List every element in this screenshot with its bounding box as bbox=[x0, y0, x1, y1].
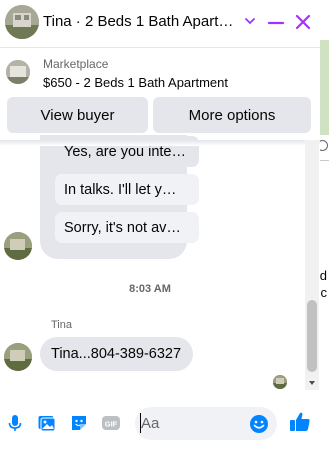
read-receipt-image bbox=[273, 375, 287, 389]
message-input-placeholder[interactable]: Aa bbox=[141, 415, 159, 432]
like-icon[interactable] bbox=[288, 410, 312, 434]
scrollbar-thumb[interactable] bbox=[307, 300, 317, 372]
background-text: c bbox=[320, 285, 328, 300]
avatar-image bbox=[4, 232, 32, 260]
timestamp: 8:03 AM bbox=[129, 283, 171, 295]
scroll-down-arrow-icon[interactable] bbox=[307, 378, 317, 388]
card-shadow bbox=[0, 140, 320, 146]
more-options-button[interactable]: More options bbox=[153, 97, 311, 133]
chat-header[interactable]: Tina · 2 Beds 1 Bath Apart… bbox=[0, 0, 320, 47]
close-icon[interactable] bbox=[293, 12, 313, 32]
avatar[interactable] bbox=[4, 343, 32, 371]
quick-reply[interactable]: Sorry, it's not av… bbox=[55, 212, 199, 243]
chevron-down-icon[interactable] bbox=[243, 14, 257, 28]
marketplace-label: Marketplace bbox=[43, 57, 109, 71]
minimize-icon[interactable] bbox=[267, 14, 285, 32]
header-divider bbox=[0, 47, 320, 48]
chat-window: Tina · 2 Beds 1 Bath Apart… Marketplace … bbox=[0, 0, 320, 451]
microphone-icon[interactable] bbox=[5, 413, 25, 433]
listing-thumbnail bbox=[6, 60, 30, 84]
quick-reply[interactable]: In talks. I'll let y… bbox=[55, 174, 199, 205]
avatar-image bbox=[4, 343, 32, 371]
view-buyer-button[interactable]: View buyer bbox=[7, 97, 148, 133]
message-bubble[interactable]: Tina...804-389-6327 bbox=[40, 337, 193, 371]
emoji-icon[interactable] bbox=[249, 414, 269, 434]
background-text: d bbox=[319, 268, 327, 283]
avatar[interactable] bbox=[5, 5, 39, 39]
avatar[interactable] bbox=[4, 232, 32, 260]
gif-icon[interactable]: GIF bbox=[101, 413, 121, 433]
sticker-icon[interactable] bbox=[69, 413, 89, 433]
avatar-image bbox=[5, 5, 39, 39]
read-receipt-avatar bbox=[273, 375, 287, 389]
background-divider bbox=[319, 160, 329, 161]
listing-title[interactable]: $650 - 2 Beds 1 Bath Apartment bbox=[43, 75, 228, 90]
sender-name: Tina bbox=[51, 319, 72, 331]
gif-label: GIF bbox=[105, 420, 118, 429]
chat-title[interactable]: Tina · 2 Beds 1 Bath Apart… bbox=[43, 13, 233, 30]
listing-thumbnail-image bbox=[6, 60, 30, 84]
photo-icon[interactable] bbox=[37, 413, 57, 433]
